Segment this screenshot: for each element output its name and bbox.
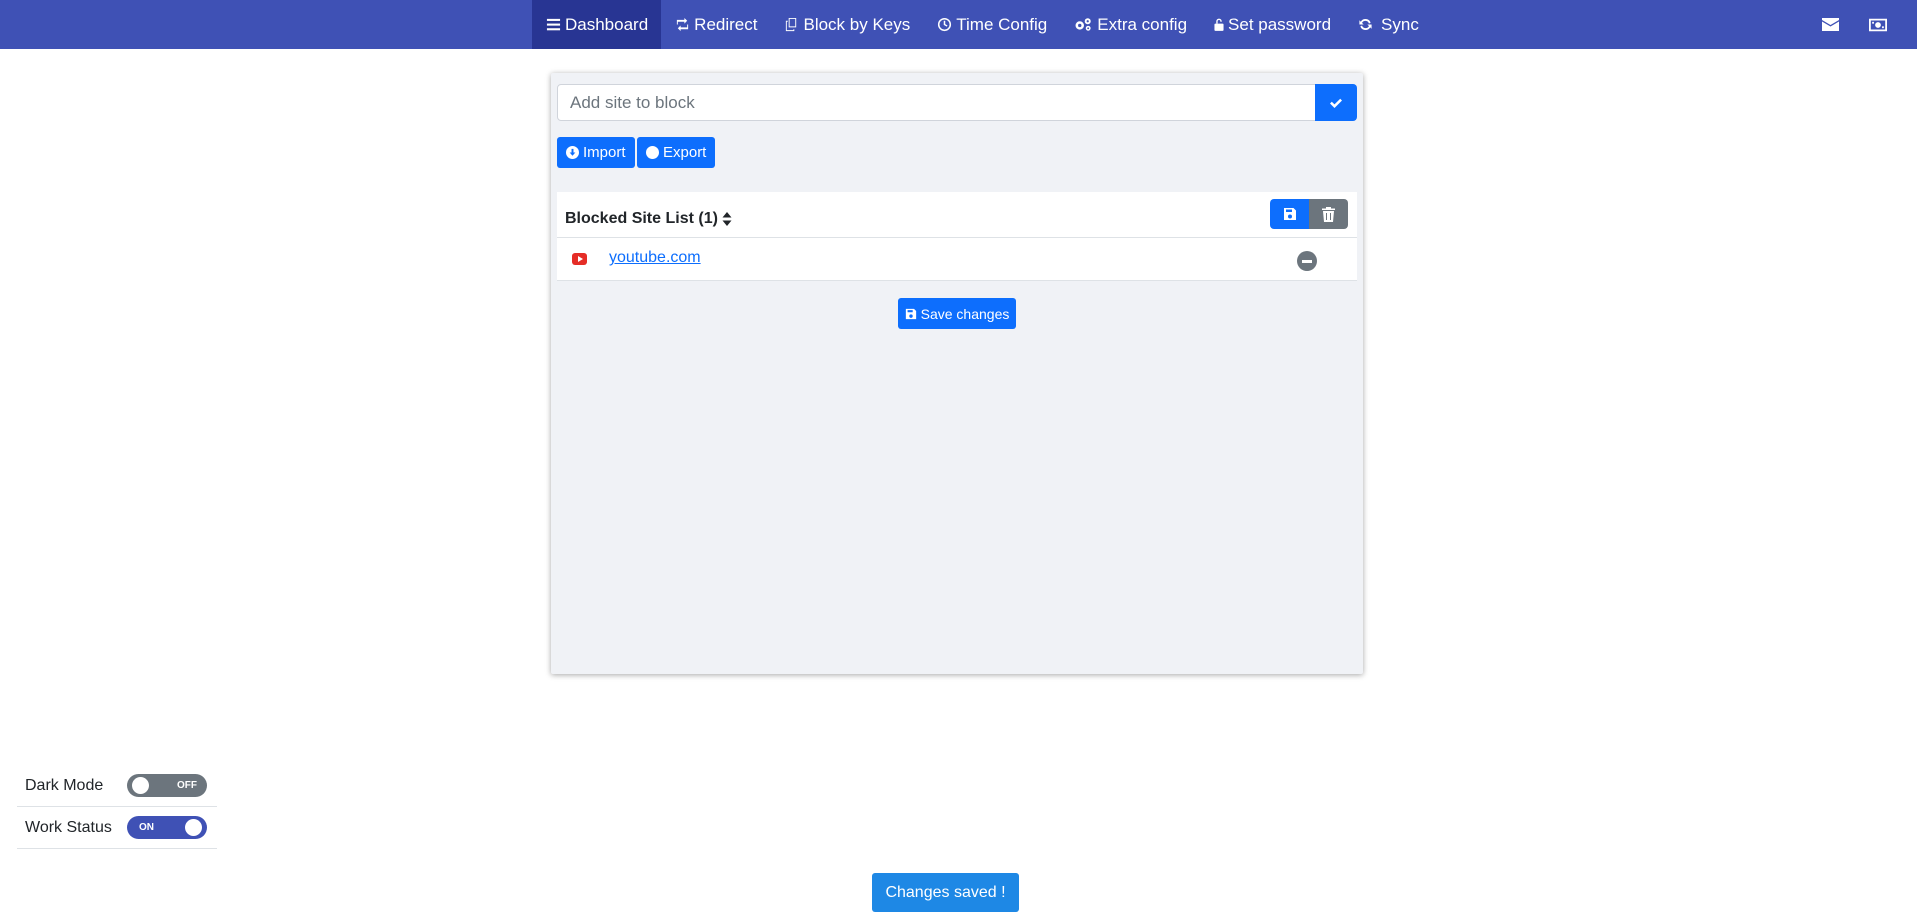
list-title[interactable]: Blocked Site List (1) — [565, 210, 732, 228]
minus-icon — [1302, 259, 1312, 263]
money-icon[interactable] — [1869, 16, 1887, 34]
nav-sync-label: Sync — [1381, 14, 1419, 34]
work-status-label: Work Status — [25, 818, 112, 836]
work-status-setting: Work Status ON — [17, 807, 217, 849]
export-button[interactable]: Export — [637, 137, 716, 168]
nav-menu: Dashboard Redirect Block by Keys Time Co… — [532, 0, 1432, 49]
arrow-circle-down-icon — [566, 146, 579, 159]
list-item: youtube.com — [557, 239, 1357, 281]
remove-site-button[interactable] — [1297, 251, 1317, 271]
top-navbar: Dashboard Redirect Block by Keys Time Co… — [0, 0, 1917, 49]
add-site-button[interactable] — [1315, 84, 1357, 121]
nav-block-by-keys-label: Block by Keys — [803, 14, 911, 34]
dashboard-card: Import Export Blocked Site List (1) — [551, 73, 1363, 674]
bars-icon — [545, 17, 561, 33]
cogs-icon — [1073, 17, 1093, 33]
list-header-buttons — [1270, 199, 1348, 229]
envelope-icon[interactable] — [1821, 16, 1839, 34]
arrow-circle-up-icon — [646, 146, 659, 159]
copy-icon — [783, 17, 799, 33]
list-header: Blocked Site List (1) — [557, 192, 1357, 238]
dark-mode-toggle[interactable]: OFF — [127, 774, 207, 797]
toggle-knob — [185, 819, 202, 836]
nav-extra-config[interactable]: Extra config — [1060, 0, 1200, 49]
dark-mode-setting: Dark Mode OFF — [17, 765, 217, 807]
clock-icon — [936, 17, 952, 33]
dark-mode-label: Dark Mode — [25, 776, 104, 794]
unlock-icon — [1213, 17, 1224, 33]
sort-icon — [722, 212, 732, 226]
floppy-disk-icon — [905, 308, 917, 320]
nav-block-by-keys[interactable]: Block by Keys — [770, 0, 923, 49]
import-button[interactable]: Import — [557, 137, 635, 168]
refresh-icon — [1357, 17, 1373, 33]
floppy-disk-icon — [1283, 207, 1297, 221]
import-label: Import — [583, 144, 626, 161]
toggle-state: ON — [139, 822, 154, 833]
nav-time-config-label: Time Config — [956, 14, 1048, 34]
nav-dashboard[interactable]: Dashboard — [532, 0, 662, 49]
work-status-toggle[interactable]: ON — [127, 816, 207, 839]
nav-time-config[interactable]: Time Config — [923, 0, 1060, 49]
save-changes-button[interactable]: Save changes — [898, 298, 1016, 329]
add-site-input[interactable] — [557, 84, 1318, 121]
nav-set-password-label: Set password — [1228, 14, 1332, 34]
check-icon — [1329, 97, 1343, 109]
toggle-knob — [132, 777, 149, 794]
export-label: Export — [663, 144, 707, 161]
list-title-text: Blocked Site List (1) — [565, 210, 718, 227]
save-list-button[interactable] — [1270, 199, 1309, 229]
site-link[interactable]: youtube.com — [609, 249, 701, 267]
nav-redirect[interactable]: Redirect — [661, 0, 770, 49]
nav-sync[interactable]: Sync — [1344, 0, 1432, 49]
youtube-icon — [572, 253, 587, 265]
nav-right-icons — [1821, 0, 1887, 49]
nav-set-password[interactable]: Set password — [1200, 0, 1344, 49]
toggle-state: OFF — [177, 780, 197, 791]
nav-dashboard-label: Dashboard — [565, 14, 649, 34]
nav-extra-config-label: Extra config — [1097, 14, 1188, 34]
blocked-site-list: Blocked Site List (1) youtube.com — [557, 192, 1357, 281]
side-settings: Dark Mode OFF Work Status ON — [17, 765, 217, 849]
save-changes-label: Save changes — [920, 305, 1010, 322]
nav-redirect-label: Redirect — [694, 14, 758, 34]
trash-icon — [1322, 206, 1335, 222]
changes-saved-toast: Changes saved ! — [872, 873, 1019, 912]
retweet-icon — [674, 17, 690, 33]
clear-list-button[interactable] — [1309, 199, 1348, 229]
